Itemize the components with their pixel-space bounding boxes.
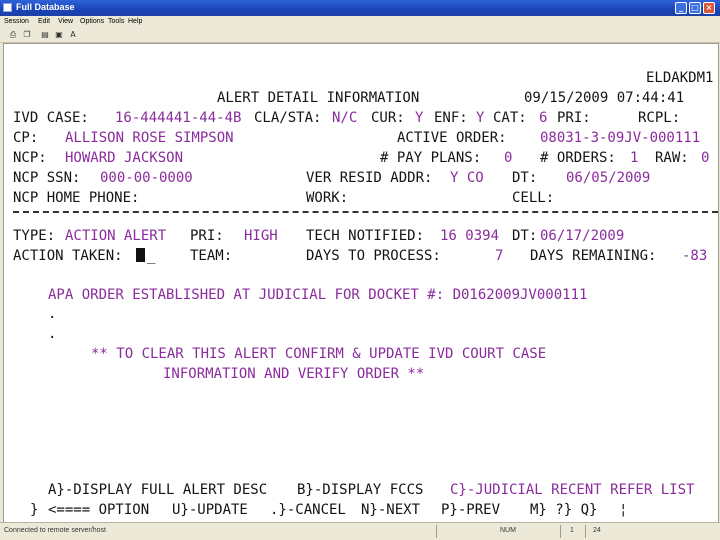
ivd-case-label: IVD CASE: — [13, 110, 89, 126]
days-remaining-value: -83 — [682, 248, 708, 264]
status-col: 24 — [593, 527, 601, 534]
action-taken-value: _ — [147, 248, 156, 264]
enf-value: Y — [476, 110, 485, 126]
option-c[interactable]: C}-JUDICIAL RECENT REFER LIST — [450, 482, 694, 498]
tech-notified-label: TECH NOTIFIED: — [306, 228, 425, 244]
title-bar: Full Database _ □ × — [0, 0, 720, 16]
cur-label: CUR: — [371, 110, 405, 126]
paste-icon[interactable]: ▤ — [40, 30, 50, 40]
status-row: 1 — [570, 527, 574, 534]
cp-label: CP: — [13, 130, 39, 146]
type-label: TYPE: — [13, 228, 56, 244]
days-to-process-value: 7 — [495, 248, 504, 264]
option-b[interactable]: B}-DISPLAY FCCS — [297, 482, 423, 498]
rcpl-label: RCPL: — [638, 110, 681, 126]
dt-label: DT: — [512, 170, 538, 186]
close-button[interactable]: × — [703, 2, 715, 14]
cancel-command[interactable]: .}-CANCEL — [270, 502, 346, 518]
days-remaining-label: DAYS REMAINING: — [530, 248, 657, 264]
command-prefix: } — [30, 502, 39, 518]
status-bar: Connected to remote server/host NUM 1 24 — [0, 522, 720, 540]
orders-label: # ORDERS: — [540, 150, 616, 166]
text-cursor — [136, 248, 145, 262]
ncp-ssn-label: NCP SSN: — [13, 170, 81, 186]
alert-message: APA ORDER ESTABLISHED AT JUDICIAL FOR DO… — [48, 287, 588, 303]
section-divider — [13, 211, 718, 213]
cell-label: CELL: — [512, 190, 555, 206]
status-num: NUM — [500, 527, 516, 534]
cla-sta-value: N/C — [332, 110, 358, 126]
action-taken-label: ACTION TAKEN: — [13, 248, 123, 264]
status-message: Connected to remote server/host — [4, 527, 106, 534]
page-title: ALERT DETAIL INFORMATION — [217, 90, 420, 106]
type-value: ACTION ALERT — [65, 228, 167, 244]
terminal-window: Full Database _ □ × Session Edit View Op… — [0, 0, 720, 540]
minimize-button[interactable]: _ — [675, 2, 687, 14]
ncp-value: HOWARD JACKSON — [65, 150, 184, 166]
active-order-value: 08031-3-09JV-000111 — [540, 130, 701, 146]
copy-icon[interactable]: ❐ — [22, 30, 32, 40]
work-label: WORK: — [306, 190, 349, 206]
active-order-label: ACTIVE ORDER: — [397, 130, 507, 146]
blank-dot: . — [48, 306, 57, 322]
status-separator — [560, 525, 561, 538]
window-title: Full Database — [16, 2, 75, 12]
dt2-label: DT: — [512, 228, 538, 244]
orders-value: 1 — [630, 150, 639, 166]
update-command[interactable]: U}-UPDATE — [172, 502, 248, 518]
menu-options[interactable]: Options — [80, 18, 104, 25]
ver-resid-value: Y CO — [450, 170, 484, 186]
dt-value: 06/05/2009 — [566, 170, 651, 186]
command-bar-glyph: ¦ — [619, 502, 628, 518]
pay-plans-value: 0 — [504, 150, 513, 166]
menu-bar: Session Edit View Options Tools Help — [0, 16, 720, 28]
menu-view[interactable]: View — [58, 18, 73, 25]
menu-edit[interactable]: Edit — [38, 18, 50, 25]
ncp-label: NCP: — [13, 150, 47, 166]
ver-resid-label: VER RESID ADDR: — [306, 170, 433, 186]
instruction-line-2: INFORMATION AND VERIFY ORDER ** — [163, 366, 425, 382]
raw-label: RAW: — [655, 150, 689, 166]
status-separator — [436, 525, 437, 538]
cp-value: ALLISON ROSE SIMPSON — [65, 130, 234, 146]
dt2-value: 06/17/2009 — [540, 228, 625, 244]
disk-icon[interactable]: ▣ — [54, 30, 64, 40]
instruction-line-1: ** TO CLEAR THIS ALERT CONFIRM & UPDATE … — [91, 346, 547, 362]
cur-value: Y — [415, 110, 424, 126]
screen-id: ELDAKDM1 — [646, 70, 714, 86]
pay-plans-label: # PAY PLANS: — [380, 150, 482, 166]
next-command[interactable]: N}-NEXT — [361, 502, 420, 518]
action-taken-input[interactable]: _ — [136, 248, 155, 264]
option-input-hint[interactable]: <==== OPTION — [48, 502, 149, 518]
maximize-button[interactable]: □ — [689, 2, 701, 14]
print-icon[interactable]: ⎙ — [8, 30, 18, 40]
font-icon[interactable]: A — [68, 30, 78, 40]
days-to-process-label: DAYS TO PROCESS: — [306, 248, 441, 264]
option-a[interactable]: A}-DISPLAY FULL ALERT DESC — [48, 482, 267, 498]
blank-dot: . — [48, 326, 57, 342]
ncp-ssn-value: 000-00-0000 — [100, 170, 193, 186]
toolbar: ⎙ ❐ ▤ ▣ A — [0, 28, 720, 43]
alert-pri-value: HIGH — [244, 228, 278, 244]
cla-sta-label: CLA/STA: — [254, 110, 322, 126]
terminal-screen[interactable]: ELDAKDM1 ALERT DETAIL INFORMATION 09/15/… — [3, 43, 719, 523]
enf-label: ENF: — [434, 110, 468, 126]
prev-command[interactable]: P}-PREV — [441, 502, 500, 518]
pri-label: PRI: — [557, 110, 591, 126]
ncp-home-phone-label: NCP HOME PHONE: — [13, 190, 140, 206]
cat-value: 6 — [539, 110, 548, 126]
raw-value: 0 — [701, 150, 710, 166]
menu-help[interactable]: Help — [128, 18, 142, 25]
menu-tools[interactable]: Tools — [108, 18, 124, 25]
ivd-case-value: 16-444441-44-4B — [115, 110, 242, 126]
tech-notified-value: 16 0394 — [440, 228, 500, 244]
status-separator — [585, 525, 586, 538]
misc-commands[interactable]: M} ?} Q} — [530, 502, 597, 518]
cat-label: CAT: — [493, 110, 527, 126]
screen-datetime: 09/15/2009 07:44:41 — [524, 90, 685, 106]
app-icon — [3, 3, 12, 12]
team-label: TEAM: — [190, 248, 233, 264]
menu-session[interactable]: Session — [4, 18, 29, 25]
alert-pri-label: PRI: — [190, 228, 224, 244]
